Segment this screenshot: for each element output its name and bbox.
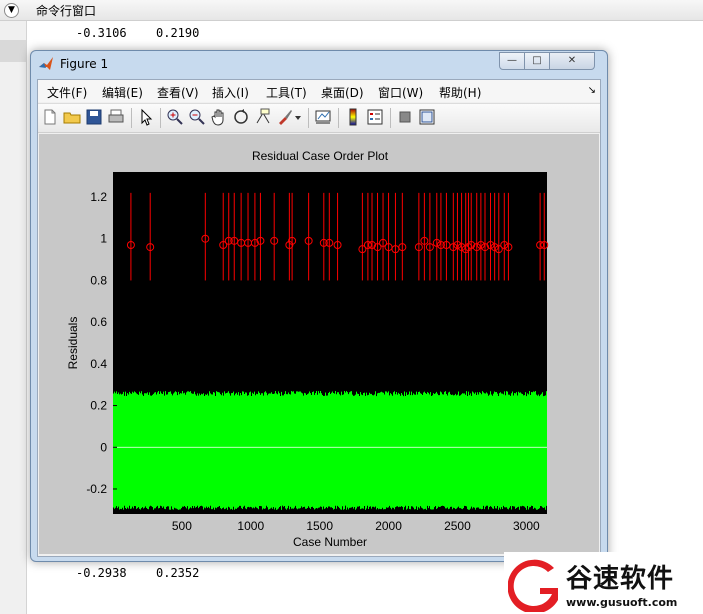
x-tick-label: 500 [172,519,192,533]
brush-icon[interactable] [276,108,294,126]
output-value: 0.2352 [156,566,200,580]
menu-overflow-icon[interactable]: ↘ [588,85,596,96]
menu-insert[interactable]: 插入(I) [212,84,249,101]
figure-client-area: 文件(F) 编辑(E) 查看(V) 插入(I) 工具(T) 桌面(D) 窗口(W… [37,79,601,557]
x-tick-label: 3000 [513,519,540,533]
command-window-title: 命令行窗口 [36,4,97,18]
menu-bar: 文件(F) 编辑(E) 查看(V) 插入(I) 工具(T) 桌面(D) 窗口(W… [38,80,600,102]
pointer-icon[interactable] [137,108,155,126]
command-output-line: -0.3106 0.2190 [76,26,199,40]
legend-icon[interactable] [366,108,384,126]
y-tick-label: -0.2 [86,482,107,496]
toolbar-separator [338,108,339,128]
x-axis-label: Case Number [293,535,367,549]
menu-edit[interactable]: 编辑(E) [102,84,143,101]
print-icon[interactable] [107,108,125,126]
normal-residuals-series [113,390,547,510]
menu-file[interactable]: 文件(F) [47,84,87,101]
open-file-icon[interactable] [63,108,81,126]
menu-tools[interactable]: 工具(T) [266,84,307,101]
command-output-line: -0.2938 0.2352 [76,566,199,580]
y-tick-label: 1 [100,232,107,246]
x-tick-label: 1000 [237,519,264,533]
output-value: -0.3106 [76,26,127,40]
menu-view[interactable]: 查看(V) [157,84,199,101]
new-figure-icon[interactable] [41,108,59,126]
x-tick-label: 1500 [306,519,333,533]
x-tick-label: 2500 [444,519,471,533]
toolbar-separator [308,108,309,128]
command-window-header: ▼ 命令行窗口 [0,0,703,21]
y-tick-label: 0.8 [90,273,107,287]
toolbar-separator [390,108,391,128]
save-icon[interactable] [85,108,103,126]
y-tick-label: 0.4 [90,357,107,371]
menu-desktop[interactable]: 桌面(D) [321,84,364,101]
menu-window[interactable]: 窗口(W) [378,84,423,101]
command-window-gutter [0,0,27,614]
zoom-in-icon[interactable] [166,108,184,126]
figure-titlebar[interactable]: Figure 1 — □ ✕ [31,51,607,77]
minimize-button[interactable]: — [499,52,525,70]
site-watermark: 谷速软件 www.gusuoft.com [504,552,703,614]
hide-plot-tools-icon[interactable] [396,108,414,126]
gutter-selection [0,40,26,62]
brush-dropdown-icon[interactable] [293,108,303,126]
data-cursor-icon[interactable] [254,108,272,126]
output-value: 0.2190 [156,26,200,40]
y-tick-label: 0.6 [90,315,107,329]
y-tick-label: 0.2 [90,399,107,413]
figure-title: Figure 1 [60,57,109,71]
figure-toolbar [38,103,600,133]
residual-plot[interactable]: Residual Case Order Plot 500 1000 1500 2000… [39,134,599,554]
rotate-3d-icon[interactable] [232,108,250,126]
y-tick-label: 0 [100,440,107,454]
maximize-button[interactable]: □ [524,52,550,70]
pan-hand-icon[interactable] [210,108,228,126]
toolbar-separator [131,108,132,128]
x-tick-label: 2000 [375,519,402,533]
colorbar-icon[interactable] [344,108,362,126]
show-plot-tools-icon[interactable] [418,108,436,126]
matlab-logo-icon [39,57,53,70]
watermark-url: www.gusuoft.com [566,596,678,609]
menu-help[interactable]: 帮助(H) [439,84,481,101]
collapse-toggle-icon[interactable]: ▼ [4,3,19,18]
toolbar-separator [160,108,161,128]
y-tick-label: 1.2 [90,190,107,204]
figure-window[interactable]: Figure 1 — □ ✕ 文件(F) 编辑(E) 查看(V) 插入(I) 工… [30,50,608,562]
watermark-text: 谷速软件 [566,564,675,594]
watermark-logo-icon [508,559,558,612]
close-button[interactable]: ✕ [549,52,595,70]
link-plot-icon[interactable] [314,108,332,126]
zoom-out-icon[interactable] [188,108,206,126]
chart-title: Residual Case Order Plot [252,149,389,163]
y-axis-label: Residuals [66,317,80,370]
output-value: -0.2938 [76,566,127,580]
figure-canvas[interactable]: Residual Case Order Plot 500 1000 1500 2000… [39,134,599,554]
